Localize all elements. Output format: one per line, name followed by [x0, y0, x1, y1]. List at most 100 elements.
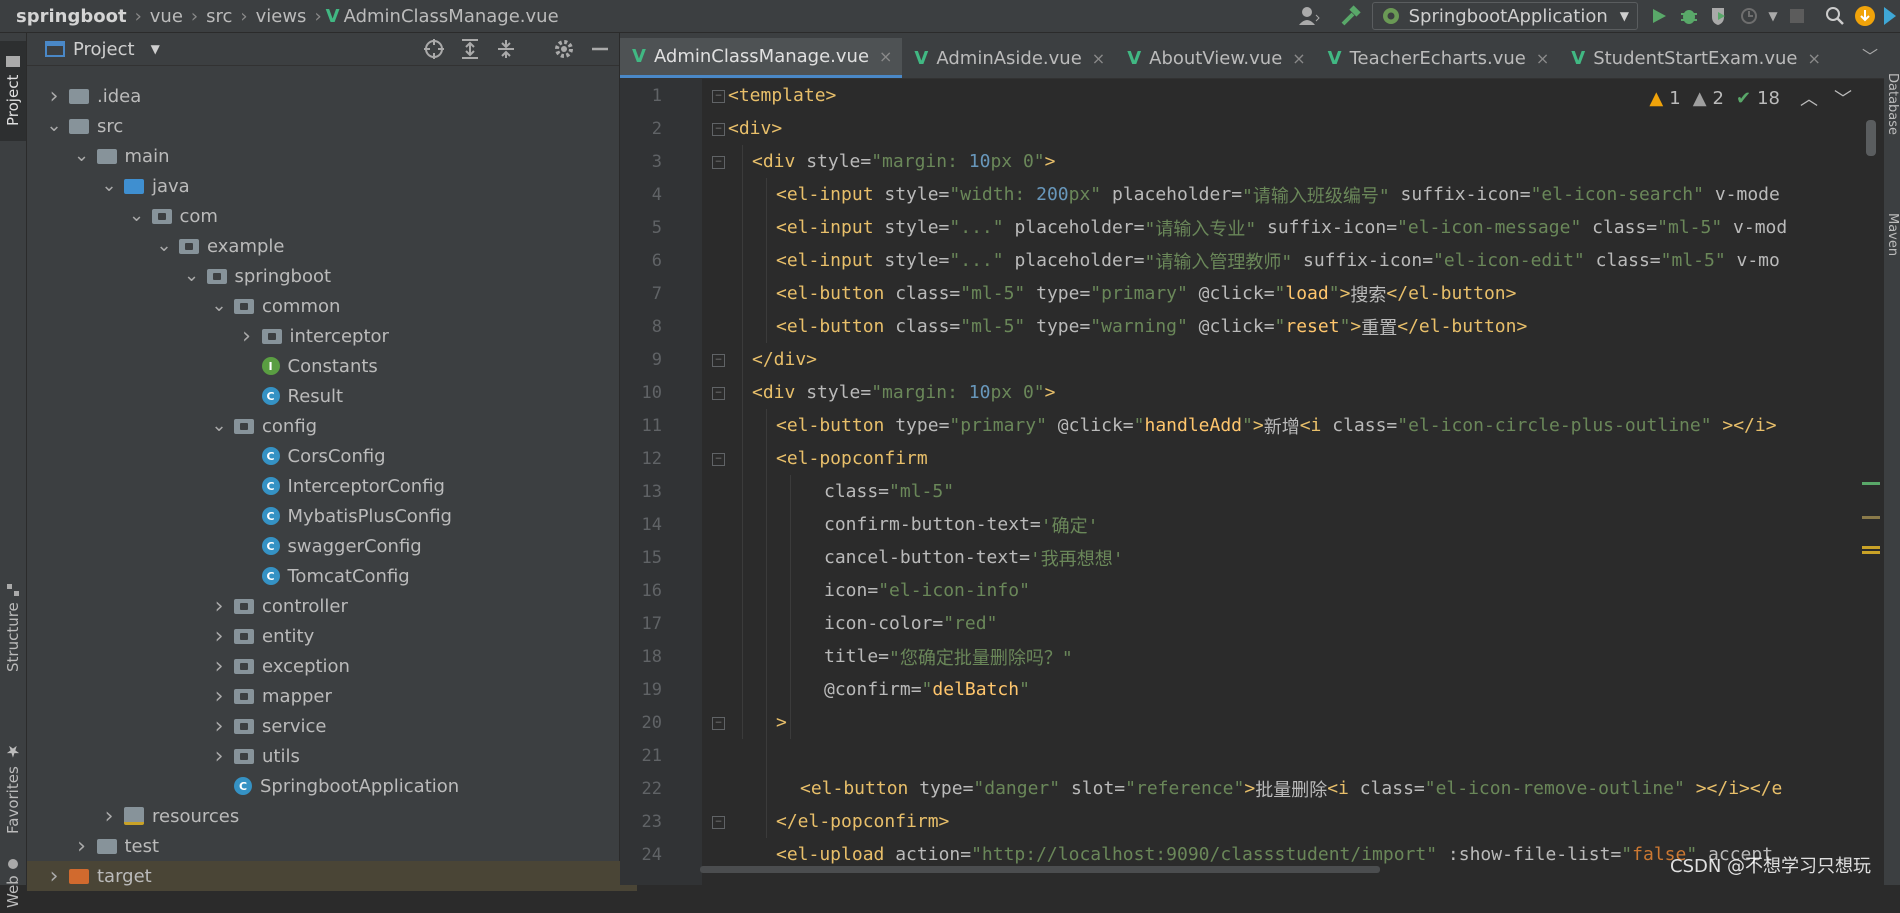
breadcrumb-views[interactable]: views	[252, 6, 311, 27]
chevron-right-icon[interactable]: ›	[45, 84, 63, 109]
chevron-down-icon[interactable]: ⌄	[155, 237, 173, 255]
chevron-down-icon[interactable]: ⌄	[210, 297, 228, 315]
code-line[interactable]: <div style= "margin: 10 px 0" >	[752, 376, 1055, 409]
code-line[interactable]: icon= "el-icon-info"	[824, 574, 1030, 607]
next-highlight-icon[interactable]: ﹀	[1834, 85, 1852, 111]
code-line[interactable]: <el-popconfirm	[776, 442, 928, 475]
run-with-coverage-icon[interactable]	[1704, 1, 1734, 31]
breadcrumb-project[interactable]: springboot	[12, 6, 131, 27]
tree-item[interactable]: C InterceptorConfig	[238, 471, 445, 501]
code-line[interactable]: <el-button class= "ml-5" type= "warning" @…	[776, 310, 1527, 343]
editor-tab[interactable]: V AboutView.vue ×	[1115, 38, 1315, 78]
code-line[interactable]: title= "您确定批量删除吗？"	[824, 640, 1073, 673]
chevron-down-icon[interactable]: ⌄	[128, 207, 146, 225]
build-hammer-icon[interactable]	[1336, 1, 1366, 31]
tree-item[interactable]: › .idea	[45, 81, 142, 111]
tree-item[interactable]: › target	[27, 861, 637, 891]
tab-database-tool[interactable]: Database	[1884, 73, 1900, 173]
update-icon[interactable]	[1850, 1, 1880, 31]
chevron-down-icon[interactable]: ⌄	[45, 117, 63, 135]
search-icon[interactable]	[1820, 1, 1850, 31]
tree-item[interactable]: I Constants	[238, 351, 378, 381]
fold-marker-icon[interactable]: −	[712, 156, 725, 169]
tree-item[interactable]: ⌄ example	[155, 231, 284, 261]
tree-item[interactable]: C MybatisPlusConfig	[238, 501, 452, 531]
tree-item[interactable]: › mapper	[210, 681, 332, 711]
code-line[interactable]: <el-button type= "primary" @click= " handle…	[776, 409, 1777, 442]
chevron-right-icon[interactable]: ›	[210, 684, 228, 709]
close-icon[interactable]: ×	[1292, 49, 1305, 68]
tree-item[interactable]: › controller	[210, 591, 348, 621]
tree-item[interactable]: ⌄ config	[210, 411, 317, 441]
chevron-down-icon[interactable]: ▼	[151, 42, 160, 56]
chevron-down-icon[interactable]: ⌄	[210, 417, 228, 435]
profile-icon[interactable]	[1734, 1, 1764, 31]
tree-item[interactable]: ⌄ main	[73, 141, 170, 171]
tab-favorites-tool[interactable]: Favorites ★	[0, 738, 26, 838]
tab-project-tool[interactable]: Project	[0, 41, 26, 141]
tree-item[interactable]: ⌄ common	[210, 291, 340, 321]
tree-item[interactable]: ⌄ springboot	[183, 261, 331, 291]
chevron-right-icon[interactable]: ›	[210, 744, 228, 769]
hide-minus-icon[interactable]	[589, 38, 611, 60]
editor-horizontal-scrollbar[interactable]	[700, 866, 1380, 873]
code-line[interactable]: icon-color= "red"	[824, 607, 997, 640]
editor-tab[interactable]: V TeacherEcharts.vue ×	[1316, 38, 1560, 78]
editor-vertical-scrollbar[interactable]	[1866, 120, 1876, 156]
tree-item[interactable]: › resources	[100, 801, 240, 831]
chevron-right-icon[interactable]: ›	[210, 714, 228, 739]
code-line[interactable]: <el-input style= "width: 200 px" placehold…	[776, 178, 1780, 211]
run-icon[interactable]	[1644, 1, 1674, 31]
tab-web-tool[interactable]: Web	[0, 853, 26, 913]
fold-marker-icon[interactable]: −	[712, 90, 725, 103]
tree-item[interactable]: ⌄ src	[45, 111, 123, 141]
chevron-down-icon[interactable]: ⌄	[100, 177, 118, 195]
close-icon[interactable]: ×	[1092, 49, 1105, 68]
locate-target-icon[interactable]	[423, 38, 445, 60]
tree-item[interactable]: CswaggerConfig	[238, 531, 422, 561]
code-line[interactable]: </el-popconfirm>	[776, 805, 949, 838]
user-icon[interactable]	[1294, 1, 1324, 31]
chevron-right-icon[interactable]: ›	[210, 654, 228, 679]
code-line[interactable]: <div>	[728, 112, 782, 145]
tree-item[interactable]: ⌄ com	[128, 201, 218, 231]
fold-marker-icon[interactable]: −	[712, 717, 725, 730]
tree-item[interactable]: ⌄ java	[100, 171, 189, 201]
tree-item[interactable]: C Result	[238, 381, 343, 411]
code-line[interactable]: class= "ml-5"	[824, 475, 954, 508]
expand-all-icon[interactable]	[459, 38, 481, 60]
previous-highlight-icon[interactable]: ︿	[1800, 85, 1818, 111]
breadcrumb-file[interactable]: AdminClassManage.vue	[340, 6, 563, 27]
code-line[interactable]: <template>	[728, 79, 836, 112]
code-line[interactable]: >	[776, 706, 787, 739]
fold-marker-icon[interactable]: −	[712, 123, 725, 136]
breadcrumb-src[interactable]: src	[202, 6, 236, 27]
fold-marker-icon[interactable]: −	[712, 354, 725, 367]
editor-tab[interactable]: V AdminAside.vue ×	[902, 38, 1115, 78]
tab-list-chevron-icon[interactable]: ﹀	[1862, 43, 1878, 67]
close-icon[interactable]: ×	[879, 47, 892, 66]
chevron-right-icon[interactable]: ›	[238, 324, 256, 349]
close-icon[interactable]: ×	[1807, 49, 1820, 68]
tree-item[interactable]: C CorsConfig	[238, 441, 386, 471]
code-line[interactable]: <el-button type= "danger" slot= "reference…	[800, 772, 1782, 805]
chevron-right-icon[interactable]: ›	[100, 804, 118, 829]
code-line[interactable]: confirm-button-text= '确定'	[824, 508, 1098, 541]
code-line[interactable]: <el-button class= "ml-5" type= "primary" @…	[776, 277, 1516, 310]
stop-icon[interactable]	[1782, 1, 1812, 31]
gear-icon[interactable]	[553, 38, 575, 60]
code-line[interactable]: </div>	[752, 343, 817, 376]
code-line[interactable]: cancel-button-text= '我再想想'	[824, 541, 1124, 574]
close-icon[interactable]: ×	[1536, 49, 1549, 68]
collapse-all-icon[interactable]	[495, 38, 517, 60]
debug-icon[interactable]	[1674, 1, 1704, 31]
tree-item[interactable]: C SpringbootApplication	[210, 771, 459, 801]
tab-maven-tool[interactable]: Maven	[1884, 213, 1900, 293]
breadcrumb-vue[interactable]: vue	[146, 6, 187, 27]
tree-item[interactable]: C TomcatConfig	[238, 561, 410, 591]
tree-item[interactable]: › interceptor	[238, 321, 389, 351]
run-configuration-select[interactable]: SpringbootApplication ▼	[1371, 2, 1638, 30]
chevron-right-icon[interactable]: ›	[210, 594, 228, 619]
code-line[interactable]: <div style= "margin: 10 px 0" >	[752, 145, 1055, 178]
code-line[interactable]: @confirm= " delBatch "	[824, 673, 1030, 706]
